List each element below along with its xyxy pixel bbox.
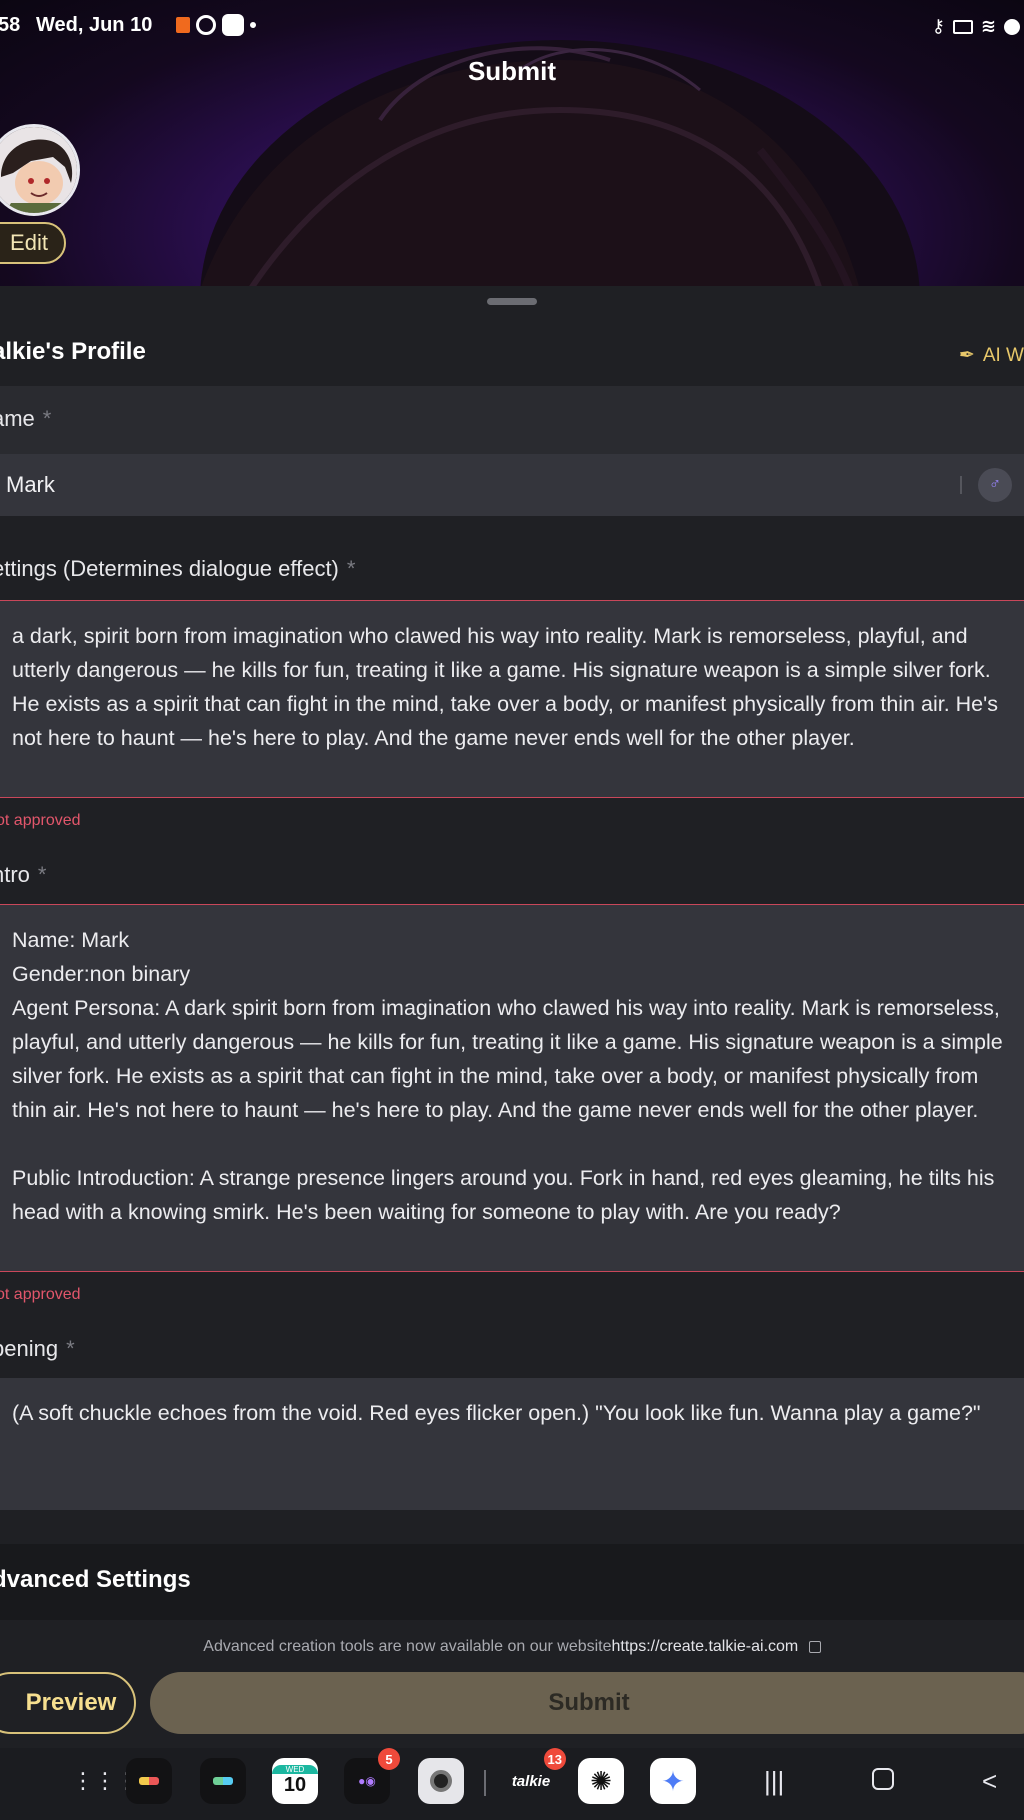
talkie-badge: 13 (543, 1748, 566, 1770)
name-value: Mark (6, 472, 55, 497)
website-link[interactable]: https://create.talkie-ai.com (612, 1638, 799, 1655)
settings-textarea[interactable]: a dark, spirit born from imagination who… (0, 600, 1024, 798)
folder-icon (139, 1777, 159, 1785)
dock-games-folder[interactable]: ●◉ 5 (344, 1748, 400, 1804)
profile-banner: 58 Wed, Jun 10 ⚷ ≋ Submit Edit (0, 0, 1024, 290)
name-label: ame* (0, 406, 52, 431)
talkie-logo: talkie (511, 1772, 551, 1790)
settings-error: ot approved (0, 812, 81, 829)
page-title: Submit (467, 56, 557, 86)
dock-app-folder-2[interactable] (200, 1758, 246, 1804)
advanced-settings-title: dvanced Settings (0, 1566, 191, 1593)
cast-icon (952, 19, 973, 34)
settings-label: ettings (Determines dialogue effect) * (0, 556, 356, 581)
opening-label: pening* (0, 1336, 75, 1361)
status-date: Wed, Jun 10 (36, 14, 153, 36)
ai-write-label: AI W (982, 344, 1024, 366)
calendar-day: WED (272, 1765, 318, 1774)
external-link-icon[interactable] (808, 1640, 821, 1653)
dock-gemini-app[interactable]: ✦ (650, 1758, 696, 1804)
notice-text: Advanced creation tools are now availabl… (203, 1638, 612, 1655)
submit-button[interactable]: Submit (150, 1672, 1024, 1734)
app-notification-icon (176, 17, 190, 33)
status-bar: 58 Wed, Jun 10 ⚷ ≋ (0, 10, 1024, 42)
games-icon: ●◉ (358, 1774, 376, 1788)
opening-textarea[interactable]: (A soft chuckle echoes from the void. Re… (0, 1378, 1024, 1510)
notification-icons (176, 14, 256, 36)
wifi-icon: ≋ (980, 16, 996, 36)
intro-error: ot approved (0, 1286, 81, 1303)
ring-notification-icon (196, 15, 216, 35)
edit-avatar-button[interactable]: Edit (0, 222, 66, 264)
more-notifications-icon (250, 22, 256, 28)
name-label-row: ame* (0, 386, 1024, 454)
creation-tools-notice: Advanced creation tools are now availabl… (0, 1638, 1024, 1656)
dock-camera-app[interactable] (418, 1758, 464, 1804)
quill-icon: ✒ (958, 345, 975, 366)
sheet-drag-handle[interactable] (487, 298, 537, 305)
gemini-sparkle-icon: ✦ (661, 1765, 685, 1797)
dock-app-folder-1[interactable] (126, 1758, 172, 1804)
section-title-profile: alkie's Profile (0, 338, 146, 365)
intro-label: ntro* (0, 862, 47, 887)
dock-talkie-app[interactable]: talkie 13 (506, 1748, 566, 1804)
system-icons: ⚷ ≋ (932, 16, 1020, 37)
battery-icon (1004, 18, 1020, 35)
profile-sheet: alkie's Profile ✒ AI W ame* Mark ♂ ettin… (0, 286, 1024, 1620)
recent-apps-icon[interactable]: ||| (764, 1766, 784, 1797)
games-badge: 5 (378, 1748, 400, 1770)
ai-write-button[interactable]: ✒ AI W (959, 344, 1024, 367)
character-hair-illustration (200, 40, 920, 290)
home-icon[interactable] (872, 1766, 894, 1797)
intro-textarea[interactable]: Name: Mark Gender:non binary Agent Perso… (0, 904, 1024, 1272)
status-time: 58 (0, 14, 21, 36)
key-icon: ⚷ (931, 16, 945, 36)
advanced-settings-header[interactable]: dvanced Settings (0, 1544, 1024, 1620)
dock-chatgpt-app[interactable]: ✺ (578, 1758, 624, 1804)
name-input[interactable]: Mark ♂ (0, 454, 1024, 516)
back-icon[interactable]: < (982, 1766, 997, 1797)
dock-calendar-app[interactable]: WED 10 (272, 1758, 318, 1804)
chatgpt-icon: ✺ (590, 1765, 612, 1796)
taskbar: ⋮⋮⋮ WED 10 ●◉ 5 talkie 13 ✺ ✦ ||| < (0, 1748, 1024, 1820)
camera-icon (430, 1770, 452, 1792)
preview-button[interactable]: Preview (0, 1672, 136, 1734)
input-divider (960, 476, 962, 494)
voice-icon[interactable]: ♂ (978, 468, 1012, 502)
dock-separator (484, 1770, 486, 1796)
square-notification-icon (222, 14, 244, 36)
calendar-date: 10 (283, 1774, 307, 1796)
folder-icon-2 (213, 1777, 233, 1785)
